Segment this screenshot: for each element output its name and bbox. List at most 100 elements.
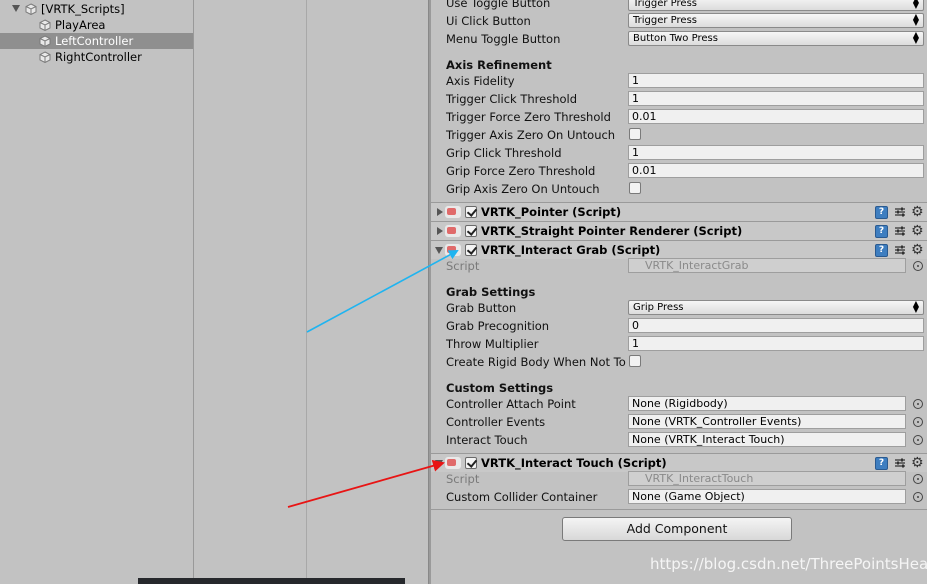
component-enable-checkbox[interactable] — [465, 457, 477, 469]
expand-arrow-icon[interactable] — [12, 5, 20, 12]
component-enable-checkbox[interactable] — [465, 206, 477, 218]
trigger-click-threshold-field[interactable]: 1 — [628, 91, 924, 106]
custom-settings-header: Custom Settings — [446, 381, 554, 395]
hierarchy-item-vrtk-scripts[interactable]: [VRTK_Scripts] — [0, 1, 193, 17]
component-enable-checkbox[interactable] — [465, 225, 477, 237]
script-icon — [445, 457, 461, 469]
script-reference-field[interactable]: VRTK_InteractGrab — [628, 258, 906, 273]
object-picker-icon[interactable] — [913, 474, 923, 484]
script-icon — [445, 206, 461, 218]
hierarchy-label: [VRTK_Scripts] — [41, 2, 125, 16]
fold-arrow-icon[interactable] — [437, 208, 443, 216]
object-picker-icon[interactable] — [913, 261, 923, 271]
trigger-force-zero-threshold-field[interactable]: 0.01 — [628, 109, 924, 124]
create-rigid-body-label: Create Rigid Body When Not To — [446, 355, 626, 369]
grip-force-zero-threshold-label: Grip Force Zero Threshold — [446, 164, 596, 178]
help-icon[interactable]: ? — [875, 244, 888, 257]
grip-axis-zero-on-untouch-label: Grip Axis Zero On Untouch — [446, 182, 600, 196]
grip-click-threshold-label: Grip Click Threshold — [446, 146, 562, 160]
ui-click-button-label: Ui Click Button — [446, 14, 531, 28]
component-enable-checkbox[interactable] — [465, 244, 477, 256]
component-header-interact-touch[interactable]: VRTK_Interact Touch (Script) ? ⚙ — [431, 453, 927, 472]
menu-toggle-button-dropdown[interactable]: Button Two Press ▲ ▼ — [628, 31, 924, 46]
create-rigid-body-checkbox[interactable] — [629, 355, 641, 367]
grab-button-label: Grab Button — [446, 301, 517, 315]
dropdown-arrows-icon: ▲▼ — [912, 299, 919, 314]
ui-click-button-dropdown[interactable]: Trigger Press ▲ ▼ — [628, 13, 924, 28]
preset-sliders-icon[interactable] — [894, 457, 906, 469]
use-toggle-button-label: Use Toggle Button — [446, 0, 551, 10]
grip-click-threshold-field[interactable]: 1 — [628, 145, 924, 160]
trigger-click-threshold-label: Trigger Click Threshold — [446, 92, 578, 106]
gameobject-cube-icon — [25, 3, 37, 15]
interact-touch-label: Interact Touch — [446, 433, 528, 447]
script-reference-field[interactable]: VRTK_InteractTouch — [628, 471, 906, 486]
fold-arrow-icon[interactable] — [435, 247, 443, 254]
object-picker-icon[interactable] — [913, 399, 923, 409]
gear-icon[interactable]: ⚙ — [911, 242, 924, 258]
grab-settings-header: Grab Settings — [446, 285, 536, 299]
component-title: VRTK_Straight Pointer Renderer (Script) — [481, 224, 743, 238]
script-reference-value: VRTK_InteractGrab — [645, 259, 749, 272]
grab-button-dropdown[interactable]: Grip Press ▲ ▼ — [628, 300, 924, 315]
grab-precognition-field[interactable]: 0 — [628, 318, 924, 333]
controller-attach-point-label: Controller Attach Point — [446, 397, 576, 411]
dropdown-value: Grip Press — [633, 302, 684, 313]
gear-icon[interactable]: ⚙ — [911, 204, 924, 220]
dropdown-arrows-icon: ▲▼ — [912, 0, 919, 10]
component-title: VRTK_Pointer (Script) — [481, 205, 622, 219]
controller-attach-point-field[interactable]: None (Rigidbody) — [628, 396, 906, 411]
grab-precognition-label: Grab Precognition — [446, 319, 550, 333]
help-icon[interactable]: ? — [875, 457, 888, 470]
grip-force-zero-threshold-field[interactable]: 0.01 — [628, 163, 924, 178]
divider — [431, 509, 927, 510]
bottom-bar — [138, 578, 405, 584]
trigger-axis-zero-on-untouch-label: Trigger Axis Zero On Untouch — [446, 128, 616, 142]
component-header-pointer[interactable]: VRTK_Pointer (Script) ? ⚙ — [431, 202, 927, 221]
throw-multiplier-field[interactable]: 1 — [628, 336, 924, 351]
axis-fidelity-label: Axis Fidelity — [446, 74, 515, 88]
fold-arrow-icon[interactable] — [435, 460, 443, 467]
hierarchy-item-rightcontroller[interactable]: RightController — [0, 49, 193, 65]
component-header-straight-pointer-renderer[interactable]: VRTK_Straight Pointer Renderer (Script) … — [431, 221, 927, 240]
trigger-force-zero-threshold-label: Trigger Force Zero Threshold — [446, 110, 611, 124]
help-icon[interactable]: ? — [875, 206, 888, 219]
inspector-panel: Use Toggle Button Trigger Press ▲▼ Ui Cli… — [431, 0, 927, 584]
script-icon — [445, 244, 461, 256]
custom-collider-container-field[interactable]: None (Game Object) — [628, 489, 906, 504]
use-toggle-button-dropdown[interactable]: Trigger Press ▲▼ — [628, 0, 924, 11]
hierarchy-item-leftcontroller[interactable]: LeftController — [0, 33, 193, 49]
gameobject-cube-icon — [39, 51, 51, 63]
object-picker-icon[interactable] — [913, 417, 923, 427]
controller-events-field[interactable]: None (VRTK_Controller Events) — [628, 414, 906, 429]
preset-sliders-icon[interactable] — [894, 244, 906, 256]
dropdown-arrows-icon: ▲▼ — [912, 30, 919, 45]
watermark-text: https://blog.csdn.net/ThreePointsHeat — [650, 555, 927, 573]
component-header-interact-grab[interactable]: VRTK_Interact Grab (Script) ? ⚙ — [431, 240, 927, 259]
menu-toggle-button-label: Menu Toggle Button — [446, 32, 561, 46]
object-picker-icon[interactable] — [913, 435, 923, 445]
grip-axis-zero-on-untouch-checkbox[interactable] — [629, 182, 641, 194]
fold-arrow-icon[interactable] — [437, 227, 443, 235]
throw-multiplier-label: Throw Multiplier — [446, 337, 539, 351]
add-component-button[interactable]: Add Component — [562, 517, 792, 541]
script-reference-value: VRTK_InteractTouch — [645, 472, 754, 485]
script-label: Script — [446, 472, 480, 486]
gear-icon[interactable]: ⚙ — [911, 223, 924, 239]
help-icon[interactable]: ? — [875, 225, 888, 238]
preset-sliders-icon[interactable] — [894, 206, 906, 218]
trigger-axis-zero-on-untouch-checkbox[interactable] — [629, 128, 641, 140]
preset-sliders-icon[interactable] — [894, 225, 906, 237]
axis-fidelity-field[interactable]: 1 — [628, 73, 924, 88]
gameobject-cube-icon — [39, 35, 51, 47]
hierarchy-item-playarea[interactable]: PlayArea — [0, 17, 193, 33]
gameobject-cube-icon — [39, 19, 51, 31]
gear-icon[interactable]: ⚙ — [911, 455, 924, 471]
interact-touch-field[interactable]: None (VRTK_Interact Touch) — [628, 432, 906, 447]
dropdown-value: Trigger Press — [633, 15, 697, 26]
custom-collider-container-label: Custom Collider Container — [446, 490, 598, 504]
dropdown-value: Trigger Press — [633, 0, 697, 9]
object-picker-icon[interactable] — [913, 492, 923, 502]
script-icon — [445, 225, 461, 237]
dropdown-arrows-icon: ▲▼ — [912, 12, 919, 27]
